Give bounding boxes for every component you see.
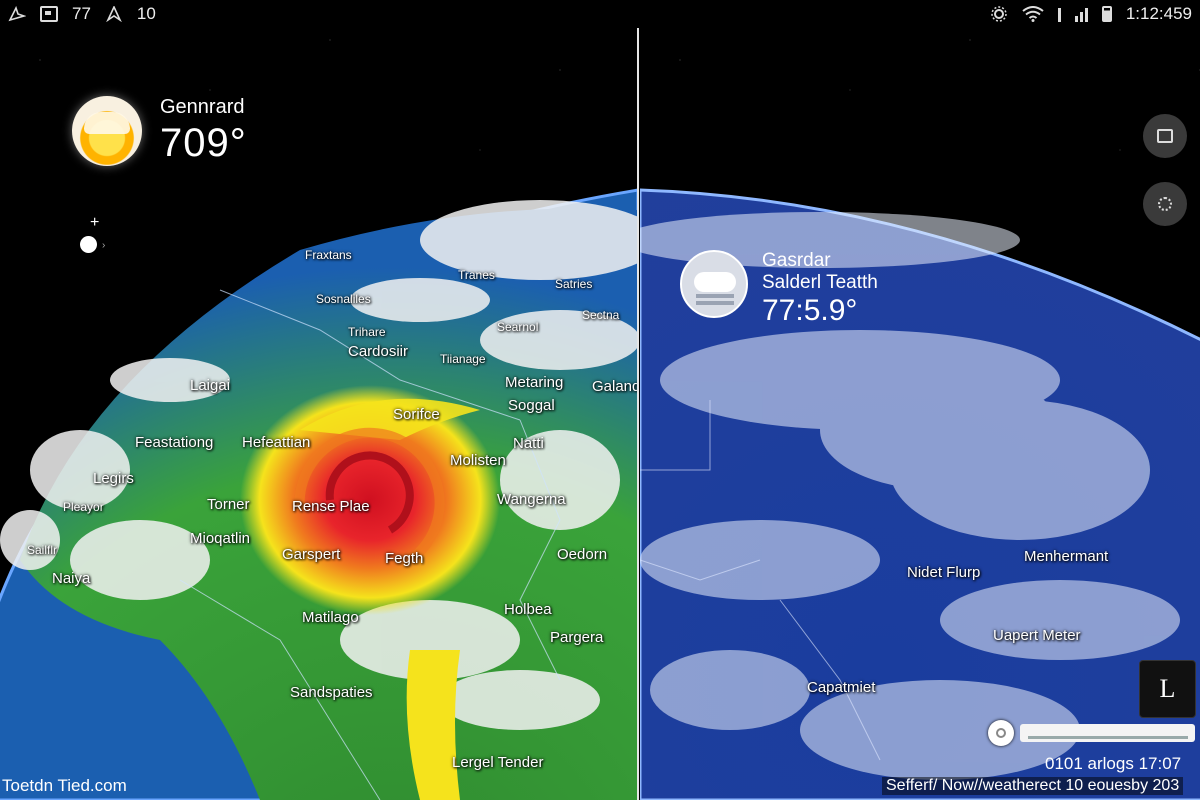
map-label: Capatmiet <box>807 679 876 696</box>
navigation-icon <box>8 5 27 22</box>
map-label: Lergel Tender <box>452 754 544 771</box>
map-label: Matilago <box>302 609 359 626</box>
gallery-icon <box>40 6 58 22</box>
map-label: Naiya <box>52 570 91 587</box>
status-time: 1:12:459 <box>1125 4 1192 23</box>
status-item-2: 10 <box>136 4 156 23</box>
map-label: Galand <box>592 378 638 395</box>
map-label: Laigai <box>190 377 231 394</box>
status-bar: 77 10 1:12:459 <box>0 0 1200 28</box>
left-weather-text: Gennrard 709° <box>160 96 247 166</box>
time-slider[interactable] <box>988 718 1195 748</box>
zoom-indicator-icon: › <box>102 240 106 251</box>
left-footer-text: Toetdn Tied.com <box>2 776 127 795</box>
status-bar-left: 77 10 <box>8 4 156 24</box>
left-temperature: 709° <box>160 121 247 165</box>
map-label: Searnol <box>497 320 539 334</box>
map-label: Sectna <box>582 308 620 322</box>
time-slider-track[interactable] <box>1020 724 1195 742</box>
map-label: Hefeattian <box>242 434 311 451</box>
status-bar-right: 1:12:459 <box>990 4 1192 24</box>
map-label: Trihare <box>348 325 386 339</box>
map-label: Nidet Flurp <box>907 564 981 581</box>
zoom-out-button[interactable] <box>80 236 97 253</box>
bookmark-button[interactable] <box>1143 114 1187 158</box>
zoom-in-icon[interactable]: + <box>90 214 99 232</box>
map-label: Uapert Meter <box>993 627 1081 644</box>
map-label: Sandspaties <box>290 684 373 701</box>
locate-button[interactable] <box>1143 182 1187 226</box>
map-label: Rense Plae <box>292 498 370 515</box>
left-weather-card[interactable]: Gennrard 709° <box>72 96 247 166</box>
map-label: Fegth <box>385 550 424 567</box>
signal-strength-icon <box>1074 6 1088 22</box>
right-weather-text: Gasrdar Salderl Teatth 77:5.9° <box>762 250 878 328</box>
map-label: Sorifce <box>393 406 440 423</box>
signal-icon <box>1057 6 1061 22</box>
right-weather-card[interactable]: Gasrdar Salderl Teatth 77:5.9° <box>680 250 878 328</box>
map-label: Fraxtans <box>305 248 352 262</box>
map-label: Tranes <box>458 268 495 282</box>
map-label: Pleayor <box>63 500 104 514</box>
legend-button[interactable]: L <box>1139 660 1196 718</box>
settings-icon <box>990 6 1008 22</box>
right-location-subtitle: Salderl Teatth <box>762 272 878 293</box>
time-slider-knob[interactable] <box>988 720 1014 746</box>
status-item-1: 77 <box>72 4 91 23</box>
map-label: Pargera <box>550 629 604 646</box>
map-label: Sailflr <box>27 543 58 557</box>
map-label: Feastationg <box>135 434 214 451</box>
map-label: Satries <box>555 277 593 291</box>
map-label: Menhermant <box>1024 548 1109 565</box>
map-label: Garspert <box>282 546 341 563</box>
satellite-map[interactable] <box>640 0 1200 800</box>
right-footer-text: Sefferf/ Now//weatherect 10 eouesby 203 <box>882 777 1184 795</box>
wifi-icon <box>1022 6 1044 22</box>
map-label: Natti <box>513 435 544 452</box>
map-label: Torner <box>207 496 250 513</box>
cloud-icon <box>680 250 748 318</box>
map-label: Tiianage <box>440 352 486 366</box>
map-label: Cardosiir <box>348 343 409 360</box>
left-location-name: Gennrard <box>160 96 245 118</box>
map-label: Molisten <box>450 452 506 469</box>
map-label: Wangerna <box>497 491 566 508</box>
time-label: 0101 arlogs 17:07 <box>1045 754 1182 773</box>
map-label: Oedorn <box>557 546 608 563</box>
split-divider[interactable] <box>637 28 639 800</box>
radar-map-panel[interactable]: Fraxtans Sosnaliles Tranes Satries Trihare Se… <box>0 0 638 800</box>
map-label: Mioqatlin <box>190 530 251 547</box>
right-location-name: Gasrdar <box>762 250 831 271</box>
map-label: Holbea <box>504 601 552 618</box>
location-arrow-icon <box>105 5 123 23</box>
map-label: Metaring <box>505 374 564 391</box>
satellite-map-panel[interactable]: Nidet Flurp Menhermant Uapert Meter Capatmi… <box>640 0 1200 800</box>
map-label: Sosnaliles <box>316 292 371 306</box>
map-label: Soggal <box>508 397 555 414</box>
battery-icon <box>1101 6 1112 22</box>
sun-cloud-icon <box>72 96 142 166</box>
map-label: Legirs <box>93 470 134 487</box>
bookmark-icon <box>1157 129 1173 143</box>
locate-icon <box>1158 197 1172 211</box>
right-temperature: 77:5.9° <box>762 294 858 327</box>
